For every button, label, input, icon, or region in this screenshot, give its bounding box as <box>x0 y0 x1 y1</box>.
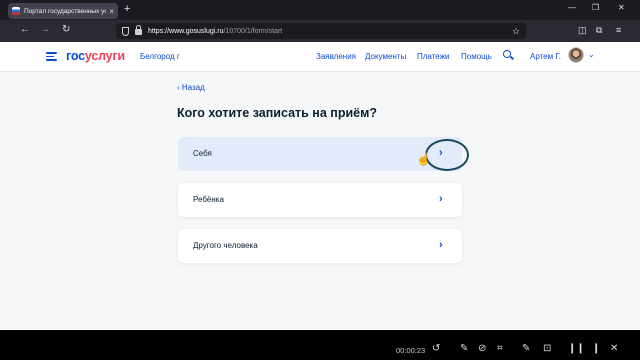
avatar[interactable] <box>568 47 584 63</box>
back-link[interactable]: ‹ Назад <box>177 83 205 92</box>
chevron-down-icon[interactable]: ⌄ <box>588 50 595 59</box>
pen-icon[interactable]: ✎ <box>460 343 468 354</box>
maximize-window-icon[interactable]: ❐ <box>592 3 599 12</box>
nav-payments-link[interactable]: Платежи <box>417 52 449 61</box>
close-window-icon[interactable]: ✕ <box>618 3 625 12</box>
gosuslugi-favicon-icon <box>12 7 20 15</box>
back-arrow-icon[interactable]: ← <box>20 24 30 35</box>
browser-tab-bar: Портал государственных услуг × + — ❐ ✕ <box>0 0 640 20</box>
recording-timer: 00:00:23 <box>396 346 426 355</box>
minimize-window-icon[interactable]: — <box>568 3 576 12</box>
tab-close-icon[interactable]: × <box>109 7 114 16</box>
nav-documents-link[interactable]: Документы <box>365 52 406 61</box>
extensions-icon[interactable]: ⧉ <box>596 25 602 36</box>
reload-icon[interactable]: ↻ <box>62 24 70 35</box>
chevron-right-icon: › <box>439 239 443 251</box>
option-child-card[interactable]: Ребёнка › <box>178 183 462 217</box>
webcam-icon[interactable]: ⊡ <box>543 343 551 354</box>
tab-title: Портал государственных услуг <box>24 7 107 15</box>
new-tab-button[interactable]: + <box>124 3 130 15</box>
pause-icon[interactable]: ❙❙ <box>568 343 585 354</box>
user-name[interactable]: Артем Г. <box>530 52 561 61</box>
stop-icon[interactable]: ❙ <box>592 343 600 354</box>
hand-cursor-icon: ☝ <box>416 152 431 166</box>
hamburger-menu-icon[interactable] <box>46 52 57 61</box>
undo-icon[interactable]: ↺ <box>432 343 440 354</box>
search-icon[interactable] <box>503 50 514 60</box>
option-label: Себя <box>193 149 212 158</box>
nav-applications-link[interactable]: Заявления <box>316 52 356 61</box>
page-content: госуслуги Белгород г Заявления Документы… <box>0 42 640 330</box>
option-label: Другого человека <box>193 241 258 250</box>
site-header: госуслуги Белгород г Заявления Документы… <box>0 42 640 72</box>
draw-icon[interactable]: ✎ <box>522 343 530 354</box>
browser-nav-bar: ← → ↻ https://www.gosuslugi.ru/10700/1/f… <box>0 20 640 42</box>
bookmark-star-icon[interactable]: ☆ <box>512 26 520 37</box>
browser-tab[interactable]: Портал государственных услуг × <box>8 3 118 19</box>
pocket-icon[interactable]: ◫ <box>578 25 587 36</box>
highlight-circle-annotation <box>425 139 469 171</box>
browser-menu-icon[interactable]: ≡ <box>616 25 621 35</box>
option-other-person-card[interactable]: Другого человека › <box>178 229 462 263</box>
video-control-bar: 00:00:23 ↺ ✎ ⊘ ⌗ ✎ ⊡ ❙❙ ❙ ✕ <box>0 330 640 360</box>
option-label: Ребёнка <box>193 195 224 204</box>
address-bar[interactable]: https://www.gosuslugi.ru/10700/1/form/st… <box>116 23 526 39</box>
nav-help-link[interactable]: Помощь <box>461 52 492 61</box>
page-title: Кого хотите записать на приём? <box>177 106 377 120</box>
city-selector[interactable]: Белгород г <box>140 52 180 61</box>
forward-arrow-icon[interactable]: → <box>40 24 50 35</box>
lock-icon[interactable] <box>135 25 142 35</box>
close-recorder-icon[interactable]: ✕ <box>610 343 618 354</box>
eraser-icon[interactable]: ⊘ <box>478 343 486 354</box>
tracking-shield-icon[interactable] <box>122 26 129 36</box>
chevron-right-icon: › <box>439 193 443 205</box>
gosuslugi-logo[interactable]: госуслуги <box>66 49 125 63</box>
grid-icon[interactable]: ⌗ <box>497 343 503 354</box>
url-text[interactable]: https://www.gosuslugi.ru/10700/1/form/st… <box>148 28 512 35</box>
